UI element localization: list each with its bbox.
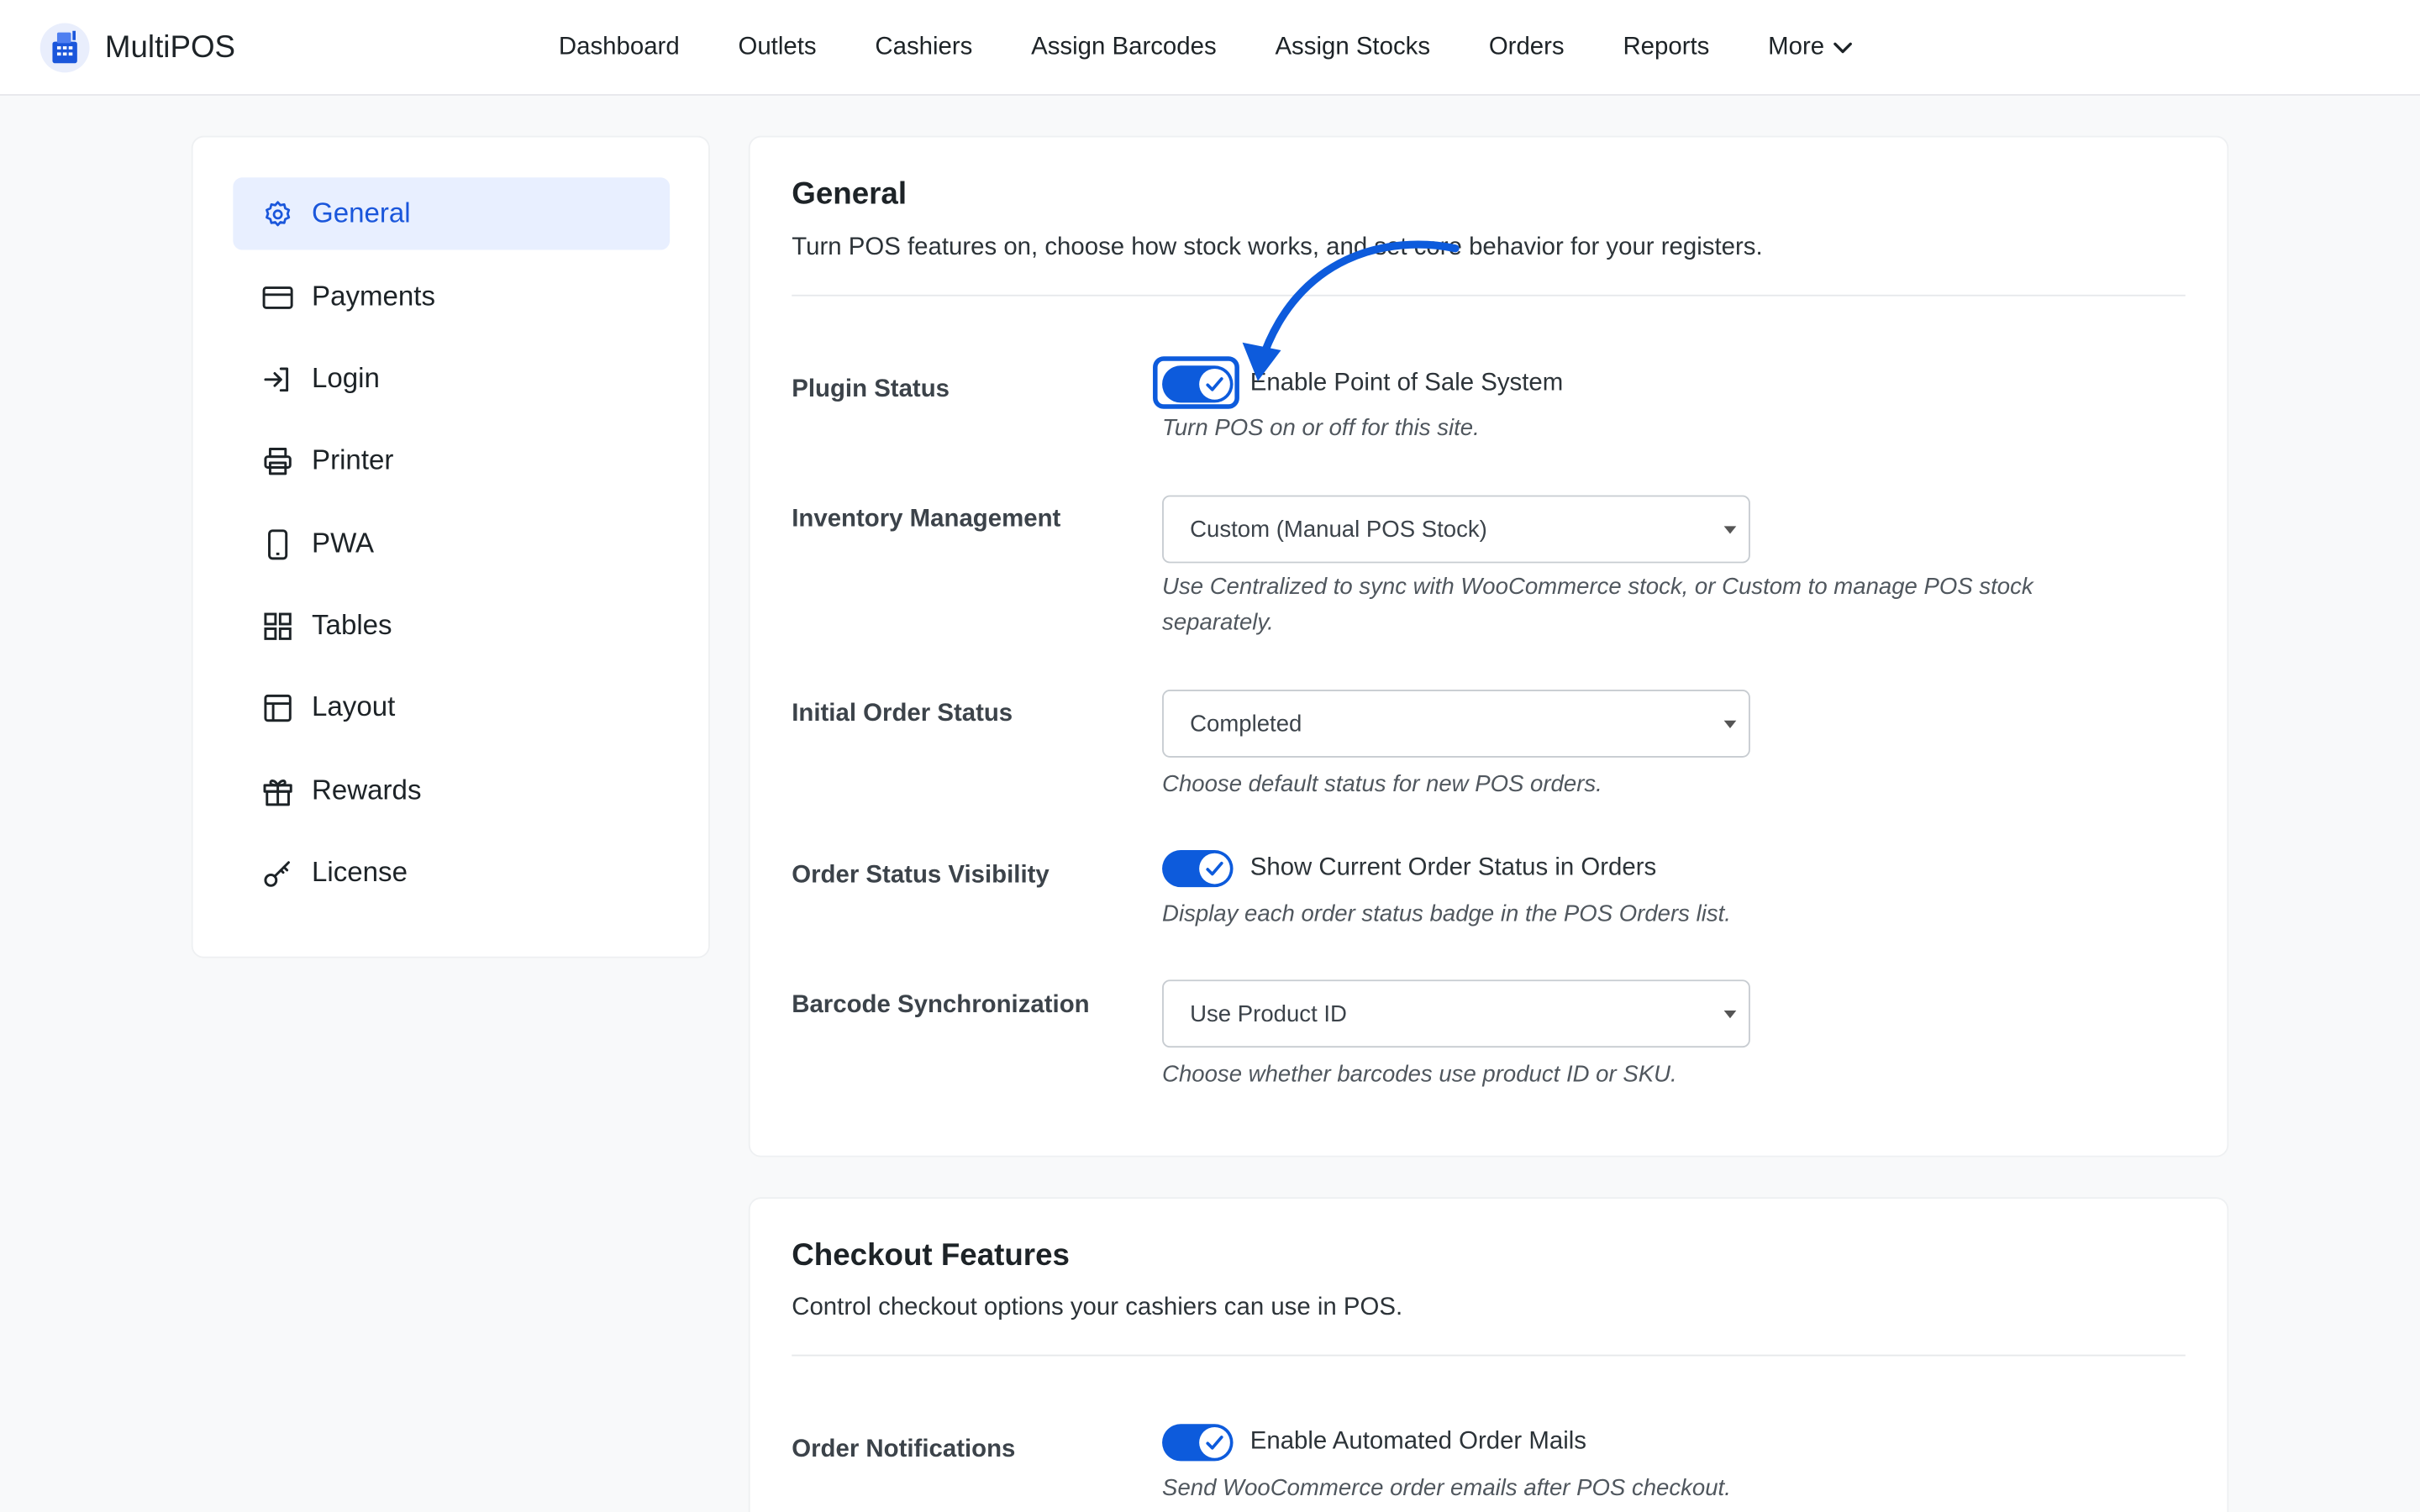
divider	[792, 1354, 2186, 1357]
sidebar-item-general[interactable]: General	[233, 177, 671, 250]
divider	[792, 294, 2186, 297]
initial-order-status-select[interactable]: Completed	[1162, 690, 1750, 758]
printer-icon	[262, 445, 293, 476]
mobile-icon	[262, 528, 293, 559]
sidebar-item-pwa[interactable]: PWA	[233, 507, 670, 580]
general-settings-card: General Turn POS features on, choose how…	[748, 135, 2229, 1158]
inventory-management-select[interactable]: Custom (Manual POS Stock)	[1162, 495, 1750, 564]
order-status-visibility-label: Order Status Visibility	[792, 862, 1050, 889]
key-icon	[262, 857, 293, 888]
sidebar-item-label: Printer	[312, 444, 394, 475]
sidebar-item-label: Login	[312, 362, 380, 394]
barcode-sync-help: Choose whether barcodes use product ID o…	[1162, 1061, 1677, 1088]
credit-card-icon	[262, 281, 293, 312]
checkout-features-card: Checkout Features Control checkout optio…	[748, 1197, 2229, 1512]
top-bar: MultiPOS Dashboard Outlets Cashiers Assi…	[0, 0, 2420, 96]
annotation-arrow-icon	[1242, 240, 1460, 381]
order-notifications-toggle-label: Enable Automated Order Mails	[1249, 1428, 1586, 1456]
inventory-management-label: Inventory Management	[792, 506, 1061, 533]
gear-icon	[262, 198, 293, 229]
sidebar-item-login[interactable]: Login	[233, 343, 670, 415]
order-notifications-help: Send WooCommerce order emails after POS …	[1162, 1474, 1731, 1502]
sidebar-item-label: Rewards	[312, 774, 422, 806]
sidebar-item-label: License	[312, 856, 408, 888]
nav-more-label: More	[1768, 34, 1825, 60]
order-status-visibility-help: Display each order status badge in the P…	[1162, 900, 1731, 927]
nav-orders[interactable]: Orders	[1489, 34, 1565, 61]
dropdown-arrow-icon	[1723, 1011, 1737, 1019]
nav-dashboard[interactable]: Dashboard	[559, 34, 680, 61]
sidebar-item-label: Layout	[312, 690, 396, 722]
sidebar-item-tables[interactable]: Tables	[233, 590, 670, 662]
gift-icon	[262, 775, 293, 806]
settings-sidebar: General Payments Login Printer PWA Table…	[191, 135, 710, 958]
nav-more[interactable]: More	[1768, 34, 1852, 61]
multipos-logo-icon	[39, 23, 90, 73]
order-status-visibility-toggle-label: Show Current Order Status in Orders	[1249, 854, 1657, 881]
section-title: General	[792, 177, 908, 212]
nav-assign-stocks[interactable]: Assign Stocks	[1275, 34, 1430, 61]
order-notifications-row: Enable Automated Order Mails	[1162, 1424, 1586, 1462]
plugin-status-label: Plugin Status	[792, 376, 950, 403]
sidebar-item-rewards[interactable]: Rewards	[233, 754, 670, 827]
nav-assign-barcodes[interactable]: Assign Barcodes	[1031, 34, 1217, 61]
plugin-status-toggle[interactable]	[1153, 356, 1239, 409]
sidebar-item-label: General	[312, 197, 411, 228]
nav-reports[interactable]: Reports	[1623, 34, 1709, 61]
barcode-sync-select[interactable]: Use Product ID	[1162, 979, 1750, 1048]
inventory-management-help: Use Centralized to sync with WooCommerce…	[1162, 574, 2033, 636]
layout-icon	[262, 692, 293, 723]
brand-name: MultiPOS	[104, 29, 236, 65]
dropdown-arrow-icon	[1723, 720, 1737, 728]
chevron-down-icon	[1833, 42, 1852, 54]
initial-order-status-label: Initial Order Status	[792, 700, 1013, 727]
barcode-sync-label: Barcode Synchronization	[792, 992, 1090, 1019]
check-icon	[1199, 1426, 1230, 1458]
order-status-visibility-toggle[interactable]	[1162, 850, 1234, 888]
sidebar-item-license[interactable]: License	[233, 837, 670, 909]
select-value: Use Product ID	[1190, 1000, 1347, 1027]
check-icon	[1199, 368, 1230, 400]
main-nav: Dashboard Outlets Cashiers Assign Barcod…	[529, 0, 1881, 96]
initial-order-status-help: Choose default status for new POS orders…	[1162, 771, 1602, 798]
order-notifications-toggle[interactable]	[1162, 1424, 1234, 1462]
sidebar-item-label: Tables	[312, 609, 392, 641]
select-value: Completed	[1190, 710, 1302, 738]
select-value: Custom (Manual POS Stock)	[1190, 516, 1487, 543]
brand[interactable]: MultiPOS	[39, 22, 236, 74]
nav-outlets[interactable]: Outlets	[738, 34, 816, 61]
grid-icon	[262, 610, 293, 641]
order-notifications-label: Order Notifications	[792, 1436, 1016, 1463]
sidebar-item-payments[interactable]: Payments	[233, 260, 670, 333]
sidebar-item-layout[interactable]: Layout	[233, 671, 670, 743]
check-icon	[1199, 853, 1230, 885]
sidebar-item-label: Payments	[312, 281, 436, 312]
section-subtitle: Control checkout options your cashiers c…	[792, 1294, 1403, 1321]
plugin-status-help: Turn POS on or off for this site.	[1162, 415, 1480, 442]
order-status-visibility-row: Show Current Order Status in Orders	[1162, 850, 1657, 888]
sidebar-item-printer[interactable]: Printer	[233, 424, 670, 496]
sidebar-item-label: PWA	[312, 528, 375, 559]
login-icon	[262, 364, 293, 395]
dropdown-arrow-icon	[1723, 526, 1737, 534]
nav-cashiers[interactable]: Cashiers	[875, 34, 972, 61]
section-title: Checkout Features	[792, 1238, 1070, 1273]
